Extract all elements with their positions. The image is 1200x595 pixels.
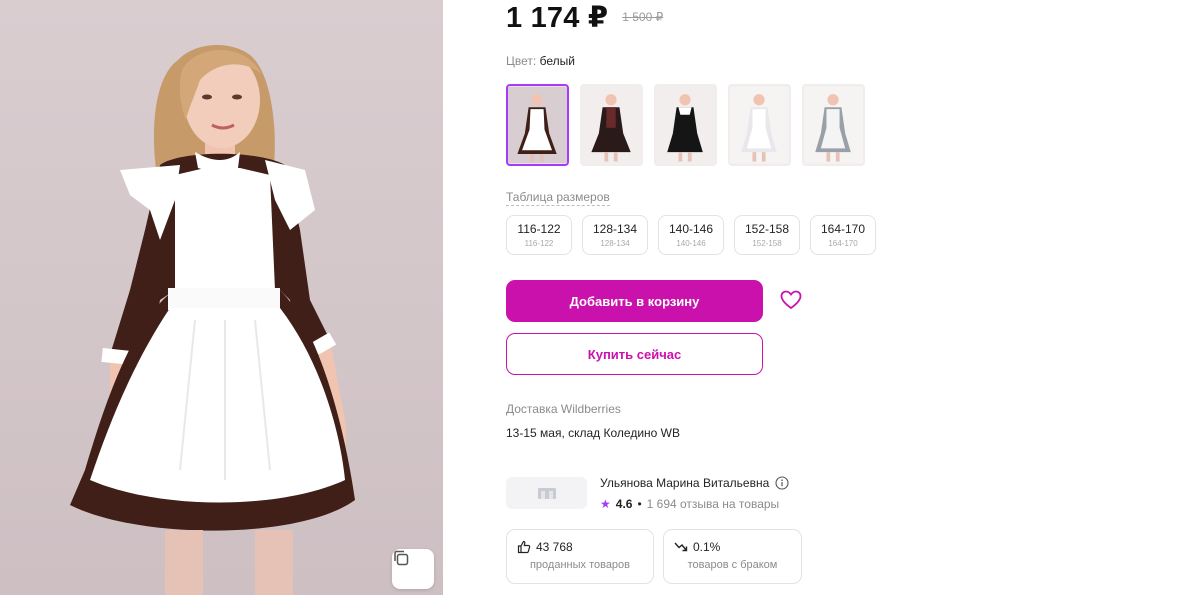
size-sublabel: 116-122 — [524, 238, 554, 248]
size-label: 140-146 — [668, 221, 714, 236]
color-variant-thumb[interactable] — [728, 84, 791, 166]
seller-name-text: Ульянова Марина Витальевна — [600, 476, 770, 490]
delivery-info[interactable]: 13-15 мая, склад Коледино WB — [506, 426, 680, 440]
size-label: 152-158 — [744, 221, 790, 236]
size-option[interactable]: 152-158 152-158 — [734, 215, 800, 255]
defect-label: товаров с браком — [687, 559, 778, 571]
sold-label: проданных товаров — [529, 559, 631, 571]
store-icon — [537, 488, 556, 499]
star-icon: ★ — [600, 497, 611, 511]
favorite-button[interactable] — [780, 290, 802, 310]
rating-value: 4.6 — [615, 497, 633, 511]
color-variant-thumb[interactable] — [654, 84, 717, 166]
copy-icon — [394, 550, 409, 566]
girl-in-school-dress-image — [70, 44, 355, 595]
size-selector: 116-122 116-122 128-134 128-134 140-146 … — [506, 215, 876, 255]
trend-down-icon — [674, 542, 688, 552]
copy-icon-button[interactable] — [392, 549, 434, 589]
sold-value: 43 768 — [536, 540, 573, 554]
variant-grey-image — [804, 86, 863, 164]
seller-name[interactable]: Ульянова Марина Витальевна — [600, 476, 789, 490]
old-price: 1 500 ₽ — [622, 10, 664, 24]
size-label: 116-122 — [517, 221, 561, 236]
seller-logo[interactable] — [506, 477, 587, 509]
size-sublabel: 128-134 — [600, 238, 630, 248]
size-label: 128-134 — [592, 221, 638, 236]
size-option[interactable]: 116-122 116-122 — [506, 215, 572, 255]
color-variant-thumb[interactable] — [580, 84, 643, 166]
defect-stat-card: 0.1% товаров с браком — [663, 529, 802, 584]
thumbs-up-icon — [517, 540, 531, 554]
size-option[interactable]: 128-134 128-134 — [582, 215, 648, 255]
size-option[interactable]: 140-146 140-146 — [658, 215, 724, 255]
variant-white-image — [730, 86, 789, 164]
color-variant-thumb[interactable] — [802, 84, 865, 166]
color-variant-thumb[interactable] — [506, 84, 569, 166]
size-table-link[interactable]: Таблица размеров — [506, 190, 610, 206]
color-value: белый — [539, 54, 575, 68]
seller-rating: ★ 4.6 • 1 694 отзыва на товары — [600, 497, 779, 511]
color-label: Цвет: белый — [506, 54, 575, 68]
current-price: 1 174 ₽ — [506, 2, 609, 34]
size-sublabel: 140-146 — [676, 238, 706, 248]
add-to-cart-button[interactable]: Добавить в корзину — [506, 280, 763, 322]
size-sublabel: 164-170 — [828, 238, 858, 248]
product-main-photo[interactable] — [0, 0, 443, 595]
price-block: 1 174 ₽ 1 500 ₽ — [506, 0, 663, 35]
size-sublabel: 152-158 — [752, 238, 782, 248]
color-variants — [506, 84, 865, 166]
color-label-text: Цвет: — [506, 54, 537, 68]
heart-icon — [780, 290, 802, 310]
separator-dot: • — [637, 497, 642, 511]
info-icon[interactable] — [775, 476, 789, 490]
variant-black-image — [656, 86, 715, 164]
seller-reviews[interactable]: 1 694 отзыва на товары — [647, 497, 780, 511]
variant-brown-white-image — [508, 86, 567, 164]
sold-stat-card: 43 768 проданных товаров — [506, 529, 654, 584]
size-label: 164-170 — [820, 221, 866, 236]
variant-dark-image — [582, 86, 641, 164]
defect-value: 0.1% — [693, 540, 721, 554]
buy-now-button[interactable]: Купить сейчас — [506, 333, 763, 375]
delivery-title: Доставка Wildberries — [506, 402, 621, 416]
size-option[interactable]: 164-170 164-170 — [810, 215, 876, 255]
